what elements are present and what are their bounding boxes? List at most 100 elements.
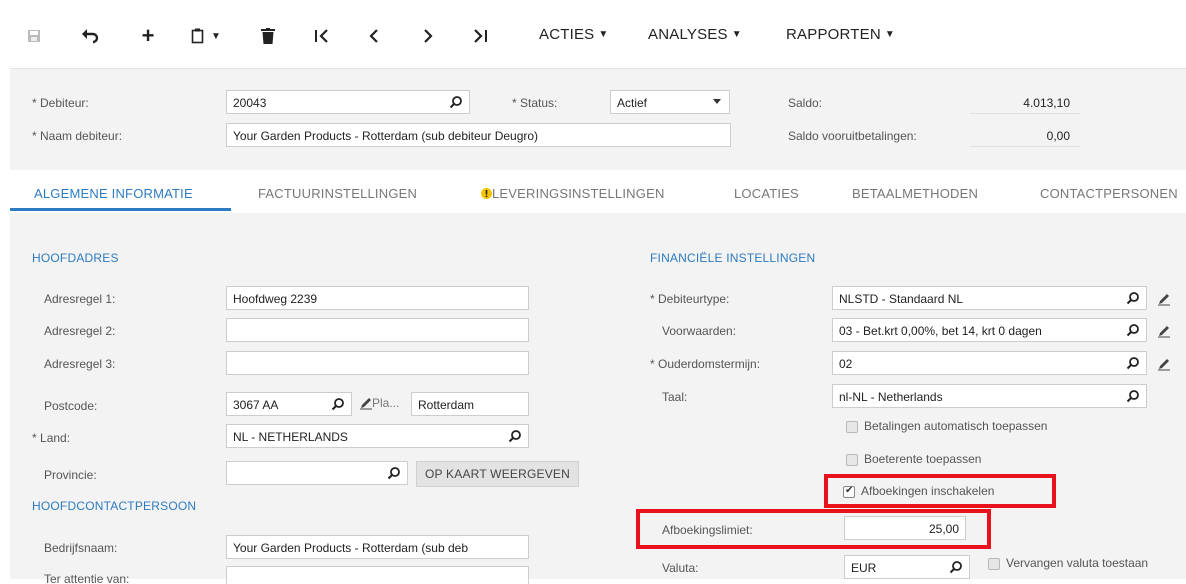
search-icon[interactable] [1126,389,1140,403]
tab-locaties[interactable]: LOCATIES [734,186,799,201]
betalingen-automatisch-label: Betalingen automatisch toepassen [864,419,1048,433]
search-icon[interactable] [949,560,963,574]
save-icon[interactable] [24,26,44,46]
debiteurtype-value: NLSTD - Standaard NL [839,292,964,306]
valuta-label: Valuta: [662,561,699,575]
provincie-field[interactable] [226,461,408,485]
search-icon[interactable] [508,429,522,443]
first-record-icon[interactable] [312,26,332,46]
plaats-label: Pla... [372,396,400,410]
paste-icon[interactable]: ▼ [188,26,224,46]
rapporten-menu[interactable]: RAPPORTEN ▼ [786,26,895,43]
tab-algemene-informatie[interactable]: ALGEMENE INFORMATIE [34,186,193,201]
ouderdomstermijn-value: 02 [839,357,853,371]
show-on-map-button[interactable]: OP KAART WEERGEVEN [416,461,579,487]
search-icon[interactable] [1126,356,1140,370]
valuta-field[interactable]: EUR [844,555,970,579]
search-icon[interactable] [449,95,463,109]
voorwaarden-label: Voorwaarden: [662,324,737,338]
status-value: Actief [617,96,648,110]
adresregel3-label: Adresregel 3: [44,357,116,371]
add-icon[interactable]: + [138,23,158,48]
afboekingen-inschakelen-label: Afboekingen inschakelen [861,484,995,498]
postcode-value: 3067 AA [233,398,279,412]
pencil-icon[interactable] [1157,324,1171,338]
betalingen-automatisch-checkbox[interactable] [846,421,858,433]
hoofdadres-title: HOOFDADRES [32,251,119,265]
tab-leveringsinstellingen[interactable]: LEVERINGSINSTELLINGEN [481,186,665,201]
bedrijfsnaam-label: Bedrijfsnaam: [44,541,118,555]
tab-betaalmethoden[interactable]: BETAALMETHODEN [852,186,978,201]
status-label: Status: [512,96,557,110]
search-icon[interactable] [1126,323,1140,337]
debiteur-field[interactable]: 20043 [226,90,470,114]
taal-value: nl-NL - Netherlands [839,390,943,404]
analyses-menu[interactable]: ANALYSES ▼ [648,26,742,43]
plaats-field[interactable]: Rotterdam [411,392,529,416]
pencil-icon[interactable] [1157,292,1171,306]
saldo-value: 4.013,10 [970,90,1080,114]
debiteurtype-field[interactable]: NLSTD - Standaard NL [832,286,1147,310]
previous-record-icon[interactable] [364,26,384,46]
undo-icon[interactable] [80,26,100,46]
ter-attentie-field[interactable] [226,566,529,584]
naam-debiteur-field[interactable]: Your Garden Products - Rotterdam (sub de… [226,123,731,147]
hoofdcontact-title: HOOFDCONTACTPERSOON [32,499,197,513]
afboekingslimiet-field[interactable]: 25,00 [844,516,966,540]
last-record-icon[interactable] [470,26,490,46]
pencil-icon[interactable] [359,396,373,410]
adresregel1-field[interactable]: Hoofdweg 2239 [226,286,529,310]
afboekingslimiet-value: 25,00 [928,522,959,536]
warning-icon [481,188,492,199]
land-field[interactable]: NL - NETHERLANDS [226,424,529,448]
vervangen-valuta-label: Vervangen valuta toestaan [1006,556,1149,570]
status-select[interactable]: Actief [610,90,730,114]
boeterente-label: Boeterente toepassen [864,452,982,466]
chevron-down-icon [713,99,721,104]
tab-leveringsinstellingen-label: LEVERINGSINSTELLINGEN [492,186,665,201]
adresregel3-field[interactable] [226,351,529,375]
adresregel2-label: Adresregel 2: [44,324,116,338]
land-value: NL - NETHERLANDS [233,430,348,444]
voorwaarden-value: 03 - Bet.krt 0,00%, bet 14, krt 0 dagen [839,324,1042,338]
bedrijfsnaam-value: Your Garden Products - Rotterdam (sub de… [233,541,469,555]
saldo-vooruit-label: Saldo vooruitbetalingen: [788,129,917,143]
debiteurtype-label: Debiteurtype: [650,292,729,306]
ouderdomstermijn-field[interactable]: 02 [832,351,1147,375]
land-label: Land: [32,431,70,445]
financieel-title: FINANCIËLE INSTELLINGEN [650,251,816,265]
active-tab-indicator [10,208,231,211]
search-icon[interactable] [1126,291,1140,305]
acties-menu[interactable]: ACTIES ▼ [539,26,609,43]
debiteur-value: 20043 [233,96,267,110]
plaats-value: Rotterdam [418,398,475,412]
delete-icon[interactable] [258,26,278,46]
taal-label: Taal: [662,390,688,404]
naam-debiteur-value: Your Garden Products - Rotterdam (sub de… [233,129,539,143]
taal-field[interactable]: nl-NL - Netherlands [832,384,1147,408]
tab-contactpersonen[interactable]: CONTACTPERSONEN [1040,186,1178,201]
saldo-vooruit-value: 0,00 [970,123,1080,147]
postcode-field[interactable]: 3067 AA [226,392,352,416]
search-icon[interactable] [331,397,345,411]
voorwaarden-field[interactable]: 03 - Bet.krt 0,00%, bet 14, krt 0 dagen [832,318,1147,342]
boeterente-checkbox[interactable] [846,454,858,466]
afboekingslimiet-label: Afboekingslimiet: [662,523,753,537]
ter-attentie-label: Ter attentie van: [44,572,130,584]
valuta-value: EUR [851,561,877,575]
provincie-label: Provincie: [44,468,97,482]
ouderdomstermijn-label: Ouderdomstermijn: [650,357,760,371]
adresregel1-label: Adresregel 1: [44,292,116,306]
adresregel2-field[interactable] [226,318,529,342]
next-record-icon[interactable] [418,26,438,46]
adresregel1-value: Hoofdweg 2239 [233,292,318,306]
naam-debiteur-label: Naam debiteur: [32,129,122,143]
pencil-icon[interactable] [1157,357,1171,371]
saldo-label: Saldo: [788,96,823,110]
debiteur-label: Debiteur: [32,96,89,110]
bedrijfsnaam-field[interactable]: Your Garden Products - Rotterdam (sub de… [226,535,529,559]
afboekingen-inschakelen-checkbox[interactable] [843,485,855,498]
tab-factuurinstellingen[interactable]: FACTUURINSTELLINGEN [258,186,417,201]
search-icon[interactable] [387,466,401,480]
vervangen-valuta-checkbox[interactable] [988,558,1000,570]
